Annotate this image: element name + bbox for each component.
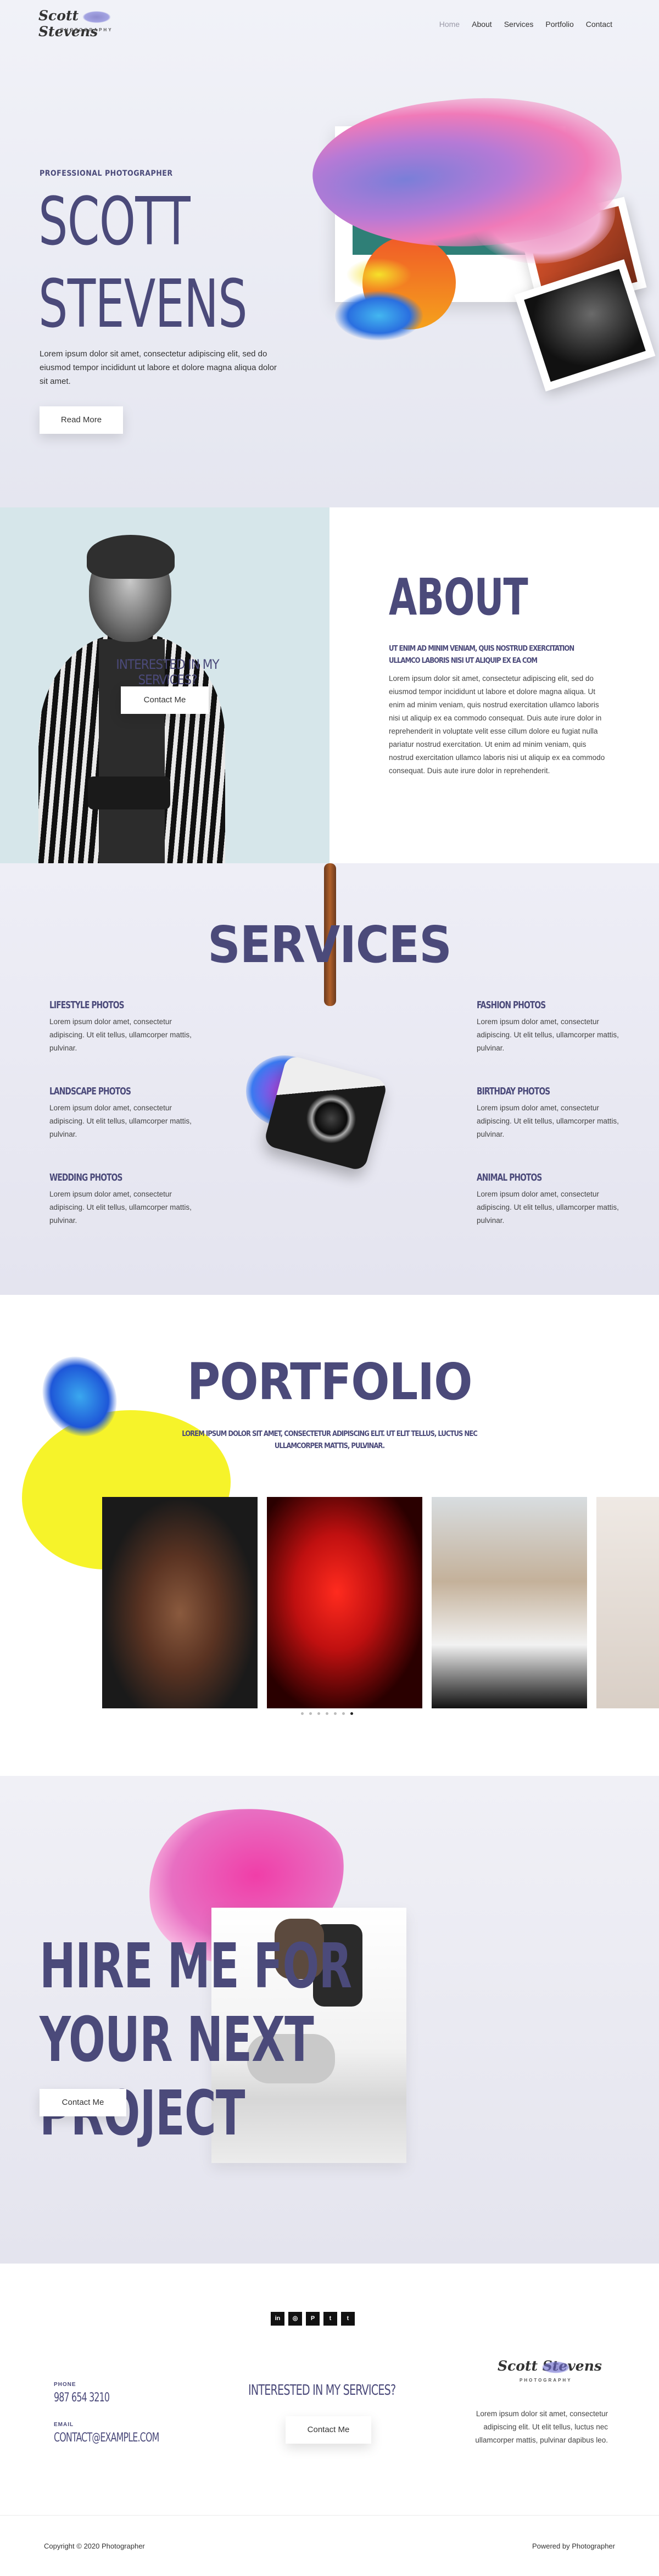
about-photo-panel: INTERESTED IN MY SERVICES? Contact Me xyxy=(0,507,330,863)
service-title: BIRTHDAY PHOTOS xyxy=(477,1086,550,1097)
about-subtitle: UT ENIM AD MINIM VENIAM, QUIS NOSTRUD EX… xyxy=(389,645,574,665)
tumblr-icon[interactable]: t xyxy=(341,2312,355,2326)
service-desc: Lorem ipsum dolor amet, consectetur adip… xyxy=(477,1018,619,1052)
logo-subtitle: PHOTOGRAPHY xyxy=(520,2378,572,2383)
instagram-icon[interactable]: ◎ xyxy=(288,2312,302,2326)
footer: in ◎ P t t PHONE 987 654 3210 EMAIL CONT… xyxy=(0,2264,659,2516)
carousel-dot[interactable] xyxy=(326,1712,328,1715)
bottom-bar: Copyright © 2020 Photographer Powered by… xyxy=(0,2515,659,2576)
logo-brush-stroke xyxy=(82,11,111,23)
service-landscape: LANDSCAPE PHOTOS Lorem ipsum dolor amet,… xyxy=(49,1086,192,1141)
powered-by-text: Powered by Photographer xyxy=(532,2542,615,2550)
service-desc: Lorem ipsum dolor amet, consectetur adip… xyxy=(49,1104,192,1138)
logo-script: Scott Stevens xyxy=(38,8,98,40)
camera-in-hands xyxy=(88,776,170,809)
hero-title-line2: STEVENS xyxy=(38,266,248,343)
service-fashion: FASHION PHOTOS Lorem ipsum dolor amet, c… xyxy=(477,999,619,1055)
email-label: EMAIL xyxy=(54,2422,74,2428)
service-desc: Lorem ipsum dolor amet, consectetur adip… xyxy=(477,1104,619,1138)
main-nav: Home About Services Portfolio Contact xyxy=(439,20,612,29)
phone-label: PHONE xyxy=(54,2382,76,2388)
hero-body: Lorem ipsum dolor sit amet, consectetur … xyxy=(40,349,277,386)
camera-lens xyxy=(306,1094,356,1143)
hero-title-line1: SCOTT xyxy=(38,184,191,260)
about-contact-button[interactable]: Contact Me xyxy=(121,686,209,714)
site-logo[interactable]: Scott Stevens PHOTOGRAPHY xyxy=(38,8,132,40)
service-lifestyle: LIFESTYLE PHOTOS Lorem ipsum dolor amet,… xyxy=(49,999,192,1055)
service-desc: Lorem ipsum dolor amet, consectetur adip… xyxy=(49,1018,192,1052)
service-birthday: BIRTHDAY PHOTOS Lorem ipsum dolor amet, … xyxy=(477,1086,619,1141)
hire-section: HIRE ME FOR YOUR NEXT PROJECT Contact Me xyxy=(0,1776,659,2264)
logo-subtitle: PHOTOGRAPHY xyxy=(60,27,113,32)
phone-number[interactable]: 987 654 3210 xyxy=(54,2391,110,2405)
service-title: LANDSCAPE PHOTOS xyxy=(49,1086,131,1097)
portfolio-image-betta-fish[interactable] xyxy=(267,1497,422,1708)
service-title: ANIMAL PHOTOS xyxy=(477,1172,542,1183)
carousel-dot[interactable] xyxy=(309,1712,312,1715)
carousel-dot-active[interactable] xyxy=(350,1712,353,1715)
service-desc: Lorem ipsum dolor amet, consectetur adip… xyxy=(477,1190,619,1225)
services-title: SERVICES xyxy=(208,915,452,974)
service-desc: Lorem ipsum dolor amet, consectetur adip… xyxy=(49,1190,192,1225)
hero-title: SCOTT STEVENS xyxy=(38,181,248,346)
portfolio-title: PORTFOLIO xyxy=(187,1353,473,1411)
about-body: Lorem ipsum dolor sit amet, consectetur … xyxy=(389,674,605,775)
service-title: FASHION PHOTOS xyxy=(477,999,546,1011)
portfolio-image-flowers[interactable] xyxy=(596,1497,659,1708)
service-wedding: WEDDING PHOTOS Lorem ipsum dolor amet, c… xyxy=(49,1172,192,1227)
portfolio-section: PORTFOLIO LOREM IPSUM DOLOR SIT AMET, CO… xyxy=(0,1295,659,1776)
hero-artwork xyxy=(297,82,656,412)
carousel-dot[interactable] xyxy=(342,1712,345,1715)
logo-brush-stroke xyxy=(541,2361,570,2373)
portfolio-image-sunglasses[interactable] xyxy=(432,1497,587,1708)
pinterest-icon[interactable]: P xyxy=(306,2312,320,2326)
footer-logo[interactable]: Scott Stevens PHOTOGRAPHY xyxy=(498,2358,607,2396)
read-more-button[interactable]: Read More xyxy=(40,406,123,434)
blue-paint-splash xyxy=(335,291,423,340)
yellow-paint-splash xyxy=(346,258,412,291)
portfolio-image-face-paint[interactable] xyxy=(102,1497,258,1708)
hero-section: Scott Stevens PHOTOGRAPHY Home About Ser… xyxy=(0,0,659,507)
carousel-dot[interactable] xyxy=(334,1712,337,1715)
hero-pretitle: PROFESSIONAL PHOTOGRAPHER xyxy=(40,169,173,178)
carousel-dots xyxy=(301,1712,353,1715)
footer-body: Lorem ipsum dolor sit amet, consectetur … xyxy=(475,2410,608,2444)
services-section: SERVICES LIFESTYLE PHOTOS Lorem ipsum do… xyxy=(0,863,659,1295)
service-title: LIFESTYLE PHOTOS xyxy=(49,999,125,1011)
service-title: WEDDING PHOTOS xyxy=(49,1172,122,1183)
about-section: INTERESTED IN MY SERVICES? Contact Me AB… xyxy=(0,507,659,863)
nav-home[interactable]: Home xyxy=(439,20,460,29)
linkedin-icon[interactable]: in xyxy=(271,2312,284,2326)
email-address[interactable]: CONTACT@EXAMPLE.COM xyxy=(54,2431,159,2445)
footer-question: INTERESTED IN MY SERVICES? xyxy=(248,2382,396,2399)
about-title: ABOUT xyxy=(389,568,528,627)
about-overlay-question: INTERESTED IN MY SERVICES? xyxy=(116,657,219,688)
nav-portfolio[interactable]: Portfolio xyxy=(545,20,573,29)
portfolio-subtitle: LOREM IPSUM DOLOR SIT AMET, CONSECTETUR … xyxy=(182,1430,478,1450)
service-animal: ANIMAL PHOTOS Lorem ipsum dolor amet, co… xyxy=(477,1172,619,1227)
nav-contact[interactable]: Contact xyxy=(586,20,612,29)
social-links: in ◎ P t t xyxy=(271,2312,355,2326)
hire-title: HIRE ME FOR YOUR NEXT PROJECT xyxy=(40,1931,352,2149)
footer-contact-button[interactable]: Contact Me xyxy=(286,2416,371,2444)
portfolio-carousel[interactable] xyxy=(102,1497,659,1708)
twitter-icon[interactable]: t xyxy=(323,2312,337,2326)
carousel-dot[interactable] xyxy=(301,1712,304,1715)
carousel-dot[interactable] xyxy=(317,1712,320,1715)
copyright-text: Copyright © 2020 Photographer xyxy=(44,2542,145,2550)
hire-contact-button[interactable]: Contact Me xyxy=(40,2089,126,2116)
nav-services[interactable]: Services xyxy=(504,20,534,29)
nav-about[interactable]: About xyxy=(472,20,492,29)
